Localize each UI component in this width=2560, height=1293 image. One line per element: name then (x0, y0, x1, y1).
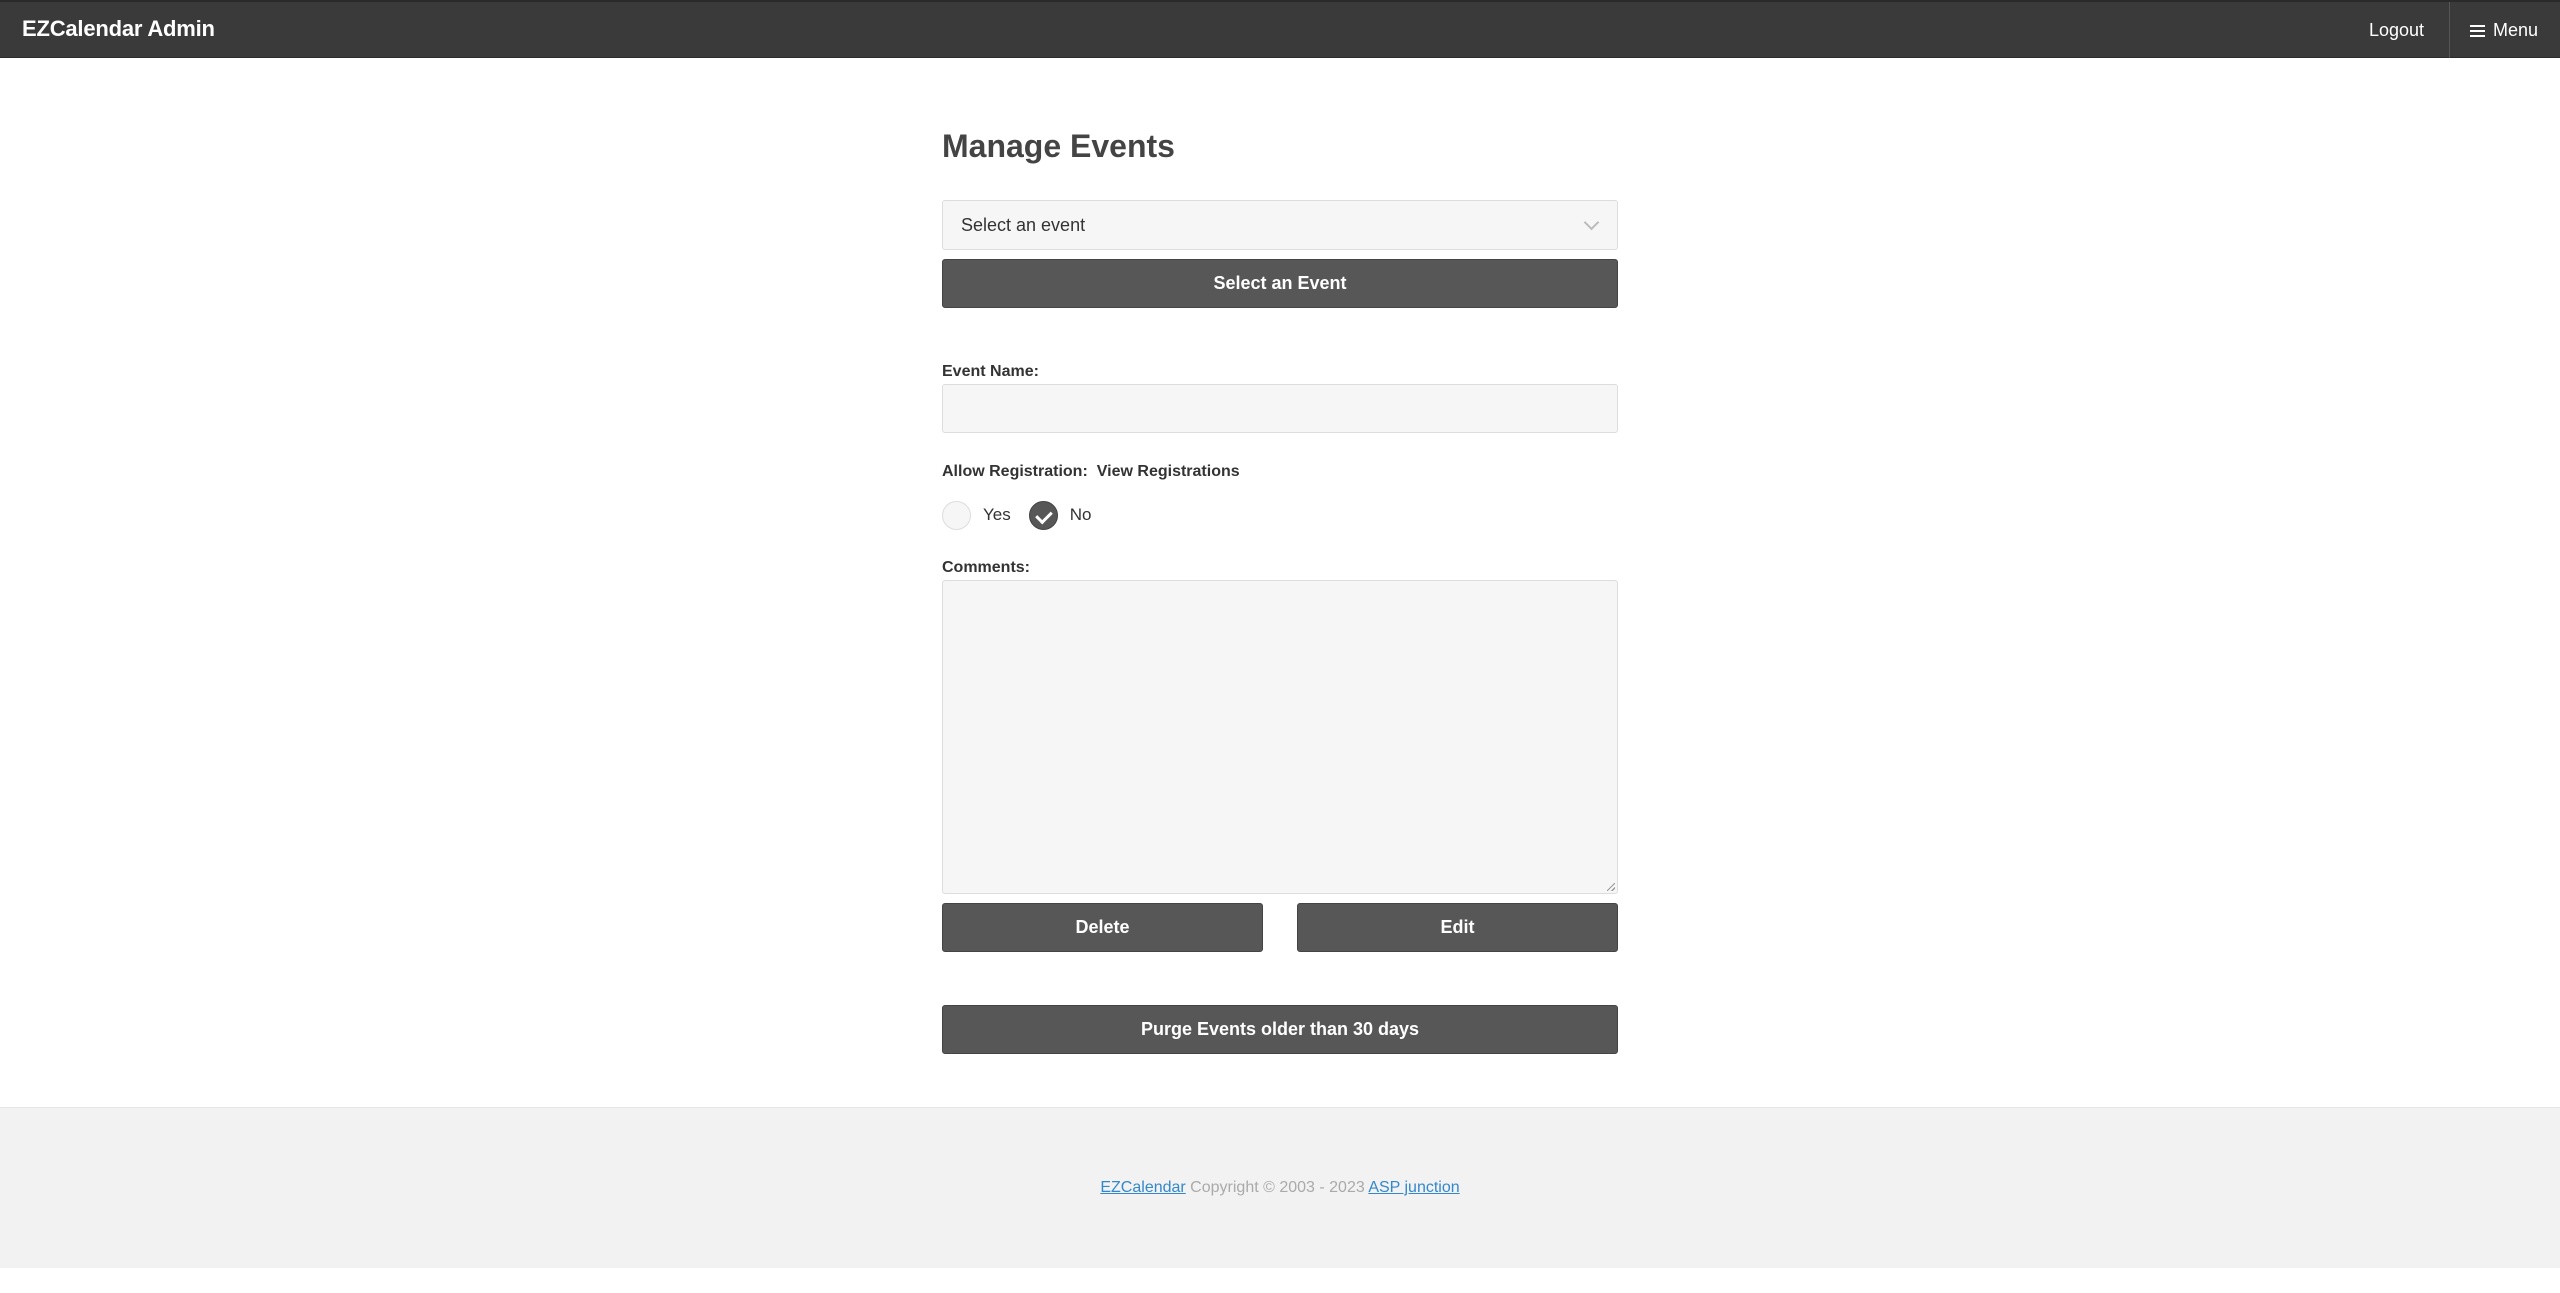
event-select[interactable]: Select an event (942, 200, 1618, 250)
header-divider (2449, 2, 2450, 58)
registration-yes-radio[interactable] (942, 500, 971, 530)
view-registrations-link[interactable]: View Registrations (1097, 463, 1240, 481)
edit-button[interactable]: Edit (1297, 903, 1618, 952)
logout-button[interactable]: Logout (2369, 20, 2424, 41)
registration-no-radio[interactable] (1028, 500, 1058, 530)
menu-button[interactable]: Menu (2470, 20, 2538, 41)
page-title: Manage Events (942, 128, 1175, 164)
footer: EZCalendar Copyright © 2003 - 2023 ASP j… (0, 1107, 2560, 1268)
hamburger-icon (2470, 24, 2485, 37)
top-header-bar: EZCalendar Admin Logout Menu (0, 0, 2560, 58)
purge-events-button[interactable]: Purge Events older than 30 days (942, 1005, 1618, 1054)
registration-radio-group: Yes No (942, 500, 1109, 530)
comments-textarea[interactable] (942, 580, 1618, 894)
event-select-value: Select an event (961, 215, 1086, 235)
registration-yes-label[interactable]: Yes (983, 505, 1011, 525)
registration-row: Allow Registration: View Registrations (942, 463, 1240, 481)
footer-copyright: EZCalendar Copyright © 2003 - 2023 ASP j… (0, 1179, 2560, 1197)
chevron-down-icon (1583, 214, 1600, 231)
asp-junction-link[interactable]: ASP junction (1368, 1179, 1459, 1196)
app-title: EZCalendar Admin (22, 16, 215, 41)
menu-label: Menu (2493, 20, 2539, 40)
ezcalendar-link[interactable]: EZCalendar (1100, 1179, 1185, 1196)
event-name-label: Event Name: (942, 363, 1039, 380)
allow-registration-label: Allow Registration: (942, 463, 1088, 480)
resize-grip-icon[interactable] (1607, 883, 1615, 891)
registration-no-label[interactable]: No (1070, 505, 1092, 525)
copyright-text: Copyright © 2003 - 2023 (1185, 1179, 1369, 1196)
event-name-input[interactable] (942, 384, 1618, 433)
delete-button[interactable]: Delete (942, 903, 1263, 952)
comments-label: Comments: (942, 559, 1031, 576)
select-event-button[interactable]: Select an Event (942, 259, 1618, 308)
